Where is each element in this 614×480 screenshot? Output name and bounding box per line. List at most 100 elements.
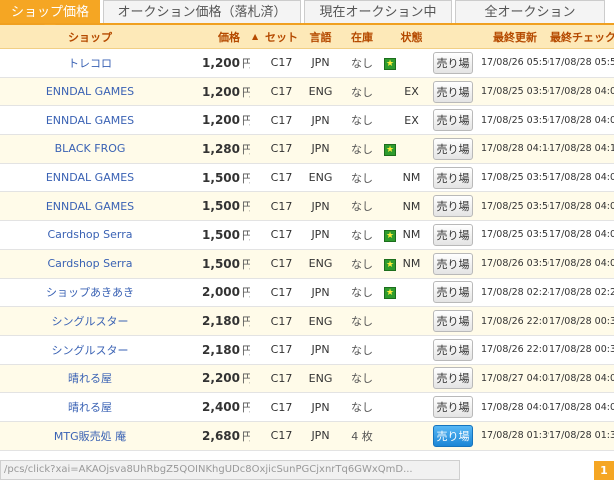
tab-auction-current[interactable]: 現在オークション中	[304, 0, 452, 23]
store-button[interactable]: 売り場	[433, 252, 473, 275]
col-set[interactable]: セット	[264, 29, 299, 45]
currency-label: 円	[242, 85, 250, 99]
table-row: MTG販売処 庵 2,680 円 C17 JPN 4 枚 売り場 17/08/28 01:39…	[0, 421, 614, 451]
shop-link[interactable]: ENNDAL GAMES	[46, 200, 134, 213]
set-code: C17	[270, 285, 293, 299]
price-value: 2,200	[202, 371, 240, 386]
price-table: ショップ 価格 ▲ セット 言語 在庫 状態 最終更新 最終チェック トレコロ 1…	[0, 25, 614, 451]
store-button[interactable]: 売り場	[433, 367, 473, 390]
last-updated: 17/08/28 04:14	[481, 143, 549, 155]
store-button[interactable]: 売り場	[433, 310, 473, 333]
table-row: ENNDAL GAMES 1,500 円 C17 JPN なし NM 売り場 17/08/25 …	[0, 192, 614, 222]
currency-label: 円	[242, 257, 250, 271]
last-checked: 17/08/28 00:30	[549, 315, 614, 327]
last-checked: 17/08/28 04:14	[549, 143, 614, 155]
store-button[interactable]: 売り場	[433, 109, 473, 132]
tab-shop-price[interactable]: ショップ価格	[0, 0, 100, 30]
currency-label: 円	[242, 372, 250, 386]
col-last-updated[interactable]: 最終更新	[481, 29, 549, 45]
star-icon: ★	[384, 143, 396, 156]
last-checked: 17/08/28 04:02	[549, 86, 614, 98]
store-button[interactable]: 売り場	[433, 51, 473, 74]
last-updated: 17/08/25 03:56	[481, 114, 549, 126]
stock-status: なし	[351, 171, 373, 185]
table-row: Cardshop Serra 1,500 円 C17 JPN なし ★ NM 売り場 17/08/…	[0, 221, 614, 250]
language: JPN	[311, 343, 330, 357]
last-checked: 17/08/28 04:02	[549, 114, 614, 126]
last-checked: 17/08/28 04:02	[549, 172, 614, 184]
language: JPN	[311, 285, 330, 299]
shop-link[interactable]: ショップあきあき	[46, 286, 134, 299]
shop-link[interactable]: シングルスター	[52, 344, 129, 357]
currency-label: 円	[242, 200, 250, 214]
col-price[interactable]: 価格	[180, 29, 240, 45]
last-updated: 17/08/28 02:24	[481, 286, 549, 298]
store-button[interactable]: 売り場	[433, 396, 473, 419]
price-value: 2,000	[202, 285, 240, 300]
language: ENG	[308, 371, 333, 385]
store-button[interactable]: 売り場	[433, 338, 473, 361]
language: ENG	[308, 171, 333, 185]
star-icon: ★	[384, 287, 396, 300]
col-lang[interactable]: 言語	[299, 29, 342, 45]
table-row: Cardshop Serra 1,500 円 C17 ENG なし ★ NM 売り場 17/08/…	[0, 249, 614, 279]
shop-link[interactable]: BLACK FROG	[55, 142, 126, 155]
last-updated: 17/08/26 22:07	[481, 344, 549, 356]
col-stock[interactable]: 在庫	[342, 29, 382, 45]
page-number[interactable]: 1	[594, 461, 614, 480]
store-button[interactable]: 売り場	[433, 195, 473, 218]
stock-status: なし	[351, 228, 373, 242]
tab-auction-all[interactable]: 全オークション	[455, 0, 605, 23]
last-updated: 17/08/26 05:50	[481, 57, 549, 69]
last-checked: 17/08/28 05:50	[549, 57, 614, 69]
shop-link[interactable]: 晴れる屋	[68, 401, 112, 414]
sort-asc-icon[interactable]: ▲	[250, 32, 264, 41]
shop-link[interactable]: MTG販売処 庵	[54, 430, 126, 443]
shop-link[interactable]: ENNDAL GAMES	[46, 114, 134, 127]
shop-link[interactable]: Cardshop Serra	[48, 257, 133, 270]
set-code: C17	[270, 56, 293, 70]
price-value: 1,500	[202, 170, 240, 185]
language: JPN	[311, 400, 330, 414]
store-button[interactable]: 売り場	[433, 281, 473, 304]
store-button[interactable]: 売り場	[433, 424, 473, 447]
price-value: 2,180	[202, 314, 240, 329]
table-row: BLACK FROG 1,280 円 C17 JPN なし ★ 売り場 17/08/28 04:…	[0, 135, 614, 164]
store-button[interactable]: 売り場	[433, 80, 473, 103]
status-bar-url: /pcs/click?xai=AKAOjsva8UhRbgZ5QOINKhgUD…	[0, 460, 460, 480]
store-button[interactable]: 売り場	[433, 137, 473, 160]
last-checked: 17/08/28 04:01	[549, 258, 614, 270]
col-shop[interactable]: ショップ	[0, 29, 180, 45]
stock-status: なし	[351, 114, 373, 128]
table-row: 晴れる屋 2,200 円 C17 ENG なし 売り場 17/08/27 04:08 17/08…	[0, 364, 614, 394]
shop-link[interactable]: シングルスター	[52, 315, 129, 328]
tab-auction-sold[interactable]: オークション価格（落札済）	[103, 0, 301, 23]
shop-link[interactable]: ENNDAL GAMES	[46, 85, 134, 98]
col-last-checked[interactable]: 最終チェック	[549, 29, 614, 45]
shop-link[interactable]: ENNDAL GAMES	[46, 171, 134, 184]
last-checked: 17/08/28 02:24	[549, 286, 614, 298]
stock-status: なし	[351, 56, 373, 70]
set-code: C17	[270, 371, 293, 385]
currency-label: 円	[242, 142, 250, 156]
stock-status: なし	[351, 401, 373, 415]
last-updated: 17/08/25 03:56	[481, 200, 549, 212]
last-updated: 17/08/25 03:55	[481, 229, 549, 241]
last-updated: 17/08/25 03:56	[481, 172, 549, 184]
shop-link[interactable]: トレコロ	[68, 57, 112, 70]
price-value: 1,280	[202, 141, 240, 156]
table-row: ショップあきあき 2,000 円 C17 JPN なし ★ 売り場 17/08/28 02:24…	[0, 279, 614, 308]
language: JPN	[311, 199, 330, 213]
set-code: C17	[270, 113, 293, 127]
shop-link[interactable]: 晴れる屋	[68, 372, 112, 385]
col-condition[interactable]: 状態	[398, 29, 425, 45]
store-button[interactable]: 売り場	[433, 223, 473, 246]
table-row: ENNDAL GAMES 1,200 円 C17 JPN なし EX 売り場 17/08/25 …	[0, 106, 614, 136]
shop-link[interactable]: Cardshop Serra	[48, 228, 133, 241]
table-header: ショップ 価格 ▲ セット 言語 在庫 状態 最終更新 最終チェック	[0, 25, 614, 49]
language: JPN	[311, 142, 330, 156]
set-code: C17	[270, 400, 293, 414]
last-updated: 17/08/26 03:56	[481, 258, 549, 270]
store-button[interactable]: 売り場	[433, 166, 473, 189]
stock-status: 4 枚	[351, 429, 373, 443]
